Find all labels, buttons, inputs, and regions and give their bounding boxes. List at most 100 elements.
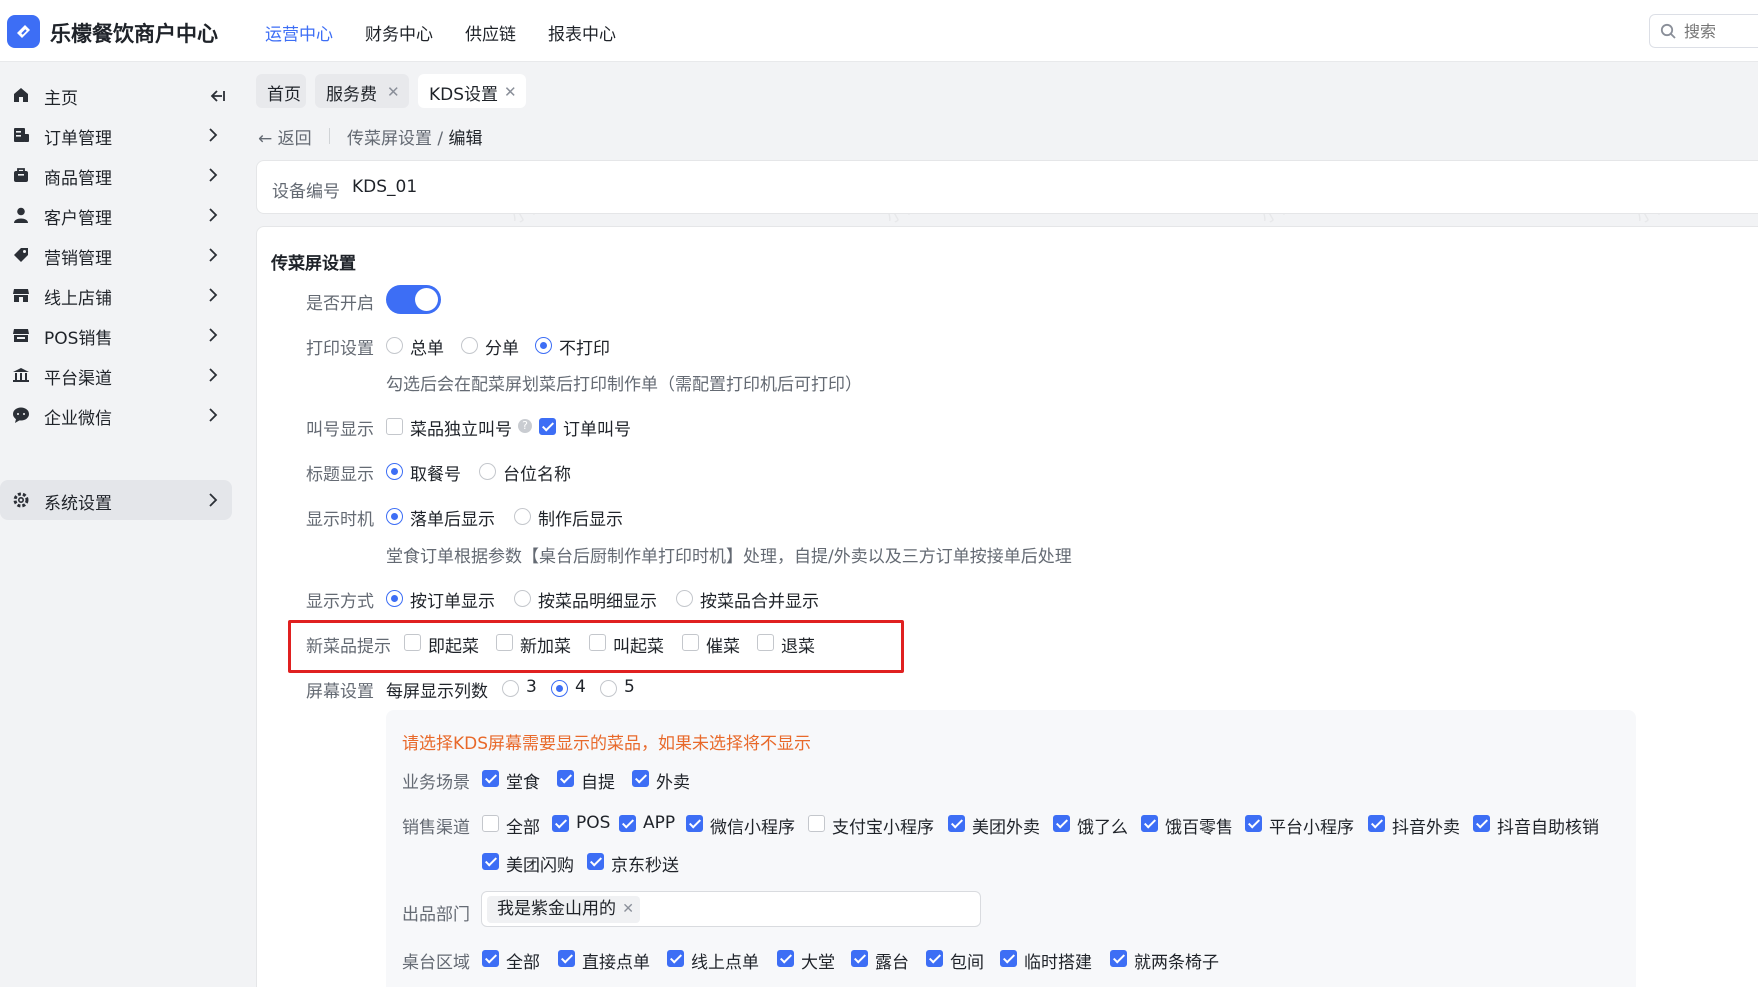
timing-option-after-order[interactable]: 落单后显示 [410, 505, 495, 530]
topnav-reports[interactable]: 报表中心 [548, 20, 616, 45]
tab-service-fee[interactable]: 服务费 ✕ [315, 74, 409, 108]
timing-option-after-make[interactable]: 制作后显示 [538, 505, 623, 530]
channel-checkbox-jd[interactable] [587, 853, 604, 870]
title-radio-pickup[interactable] [386, 463, 403, 480]
sidebar-item-home[interactable]: 主页 [0, 75, 232, 115]
title-option-pickup[interactable]: 取餐号 [410, 460, 461, 485]
channel-checkbox-meituan-flash[interactable] [482, 853, 499, 870]
collapse-sidebar-icon[interactable] [208, 88, 226, 104]
search-input[interactable] [1684, 20, 1758, 42]
channel-option-douyin-delivery[interactable]: 抖音外卖 [1392, 813, 1460, 838]
enable-toggle[interactable] [386, 285, 441, 314]
channel-checkbox-ebai[interactable] [1141, 815, 1158, 832]
area-option-temporary[interactable]: 临时搭建 [1024, 948, 1092, 973]
close-icon[interactable]: ✕ [387, 83, 400, 101]
area-option-terrace[interactable]: 露台 [875, 948, 909, 973]
close-icon[interactable]: ✕ [622, 896, 634, 923]
sidebar-item-customers[interactable]: 客户管理 [0, 195, 232, 235]
timing-radio-after-order[interactable] [386, 508, 403, 525]
screen-radio-4[interactable] [551, 680, 568, 697]
channel-option-platform-mini[interactable]: 平台小程序 [1269, 813, 1354, 838]
area-checkbox-terrace[interactable] [851, 950, 868, 967]
area-option-private[interactable]: 包间 [950, 948, 984, 973]
sidebar-item-online-store[interactable]: 线上店铺 [0, 275, 232, 315]
print-option-none[interactable]: 不打印 [559, 334, 610, 359]
area-option-hall[interactable]: 大堂 [801, 948, 835, 973]
mode-option-merge[interactable]: 按菜品合并显示 [700, 587, 819, 612]
topnav-finance[interactable]: 财务中心 [365, 20, 433, 45]
topnav-supply-chain[interactable]: 供应链 [465, 20, 516, 45]
timing-radio-after-make[interactable] [514, 508, 531, 525]
print-option-total[interactable]: 总单 [410, 334, 444, 359]
channel-option-app[interactable]: APP [643, 813, 675, 833]
back-button[interactable]: ← 返回 [258, 124, 312, 149]
call-checkbox-order[interactable] [539, 418, 556, 435]
channel-option-eleme[interactable]: 饿了么 [1077, 813, 1128, 838]
scene-option-pickup[interactable]: 自提 [581, 768, 615, 793]
area-checkbox-hall[interactable] [777, 950, 794, 967]
sidebar-item-system-settings[interactable]: 系统设置 [0, 480, 232, 520]
help-icon[interactable]: ? [518, 419, 532, 433]
area-checkbox-two-chairs[interactable] [1110, 950, 1127, 967]
mode-option-detail[interactable]: 按菜品明细显示 [538, 587, 657, 612]
channel-checkbox-alipay-mini[interactable] [808, 815, 825, 832]
sidebar-item-pos-sales[interactable]: POS销售 [0, 315, 232, 355]
mode-radio-order[interactable] [386, 590, 403, 607]
scene-checkbox-pickup[interactable] [557, 770, 574, 787]
area-option-online[interactable]: 线上点单 [691, 948, 759, 973]
channel-option-pos[interactable]: POS [576, 813, 610, 833]
screen-option-3[interactable]: 3 [526, 677, 537, 697]
area-option-two-chairs[interactable]: 就两条椅子 [1134, 948, 1219, 973]
area-checkbox-all[interactable] [482, 950, 499, 967]
print-radio-total[interactable] [386, 337, 403, 354]
area-checkbox-online[interactable] [667, 950, 684, 967]
sidebar-item-wecom[interactable]: 企业微信 [0, 395, 232, 435]
area-checkbox-temporary[interactable] [1000, 950, 1017, 967]
screen-radio-3[interactable] [502, 680, 519, 697]
close-icon[interactable]: ✕ [504, 83, 517, 101]
brand-logo-icon[interactable] [7, 15, 40, 48]
area-option-direct[interactable]: 直接点单 [582, 948, 650, 973]
area-checkbox-direct[interactable] [558, 950, 575, 967]
print-radio-split[interactable] [461, 337, 478, 354]
channel-option-meituan-flash[interactable]: 美团闪购 [506, 851, 574, 876]
screen-radio-5[interactable] [600, 680, 617, 697]
channel-option-all[interactable]: 全部 [506, 813, 540, 838]
mode-radio-merge[interactable] [676, 590, 693, 607]
call-option-order[interactable]: 订单叫号 [563, 415, 631, 440]
screen-option-4[interactable]: 4 [575, 677, 586, 697]
channel-checkbox-eleme[interactable] [1053, 815, 1070, 832]
scene-checkbox-delivery[interactable] [632, 770, 649, 787]
channel-checkbox-meituan[interactable] [948, 815, 965, 832]
channel-checkbox-douyin-verify[interactable] [1473, 815, 1490, 832]
sidebar-item-orders[interactable]: 订单管理 [0, 115, 232, 155]
sidebar-item-marketing[interactable]: 营销管理 [0, 235, 232, 275]
sidebar-item-platform-channels[interactable]: 平台渠道 [0, 355, 232, 395]
channel-checkbox-platform-mini[interactable] [1245, 815, 1262, 832]
scene-option-delivery[interactable]: 外卖 [656, 768, 690, 793]
title-radio-table[interactable] [479, 463, 496, 480]
channel-option-ebai[interactable]: 饿百零售 [1165, 813, 1233, 838]
tab-kds-settings[interactable]: KDS设置 ✕ [418, 74, 526, 108]
dept-select[interactable]: 我是紫金山用的 ✕ [481, 891, 981, 927]
channel-checkbox-app[interactable] [619, 815, 636, 832]
scene-option-dine-in[interactable]: 堂食 [506, 768, 540, 793]
channel-option-jd[interactable]: 京东秒送 [611, 851, 679, 876]
breadcrumb-parent[interactable]: 传菜屏设置 [347, 129, 432, 149]
scene-checkbox-dine-in[interactable] [482, 770, 499, 787]
area-checkbox-private[interactable] [926, 950, 943, 967]
channel-checkbox-pos[interactable] [552, 815, 569, 832]
title-option-table[interactable]: 台位名称 [503, 460, 571, 485]
screen-option-5[interactable]: 5 [624, 677, 635, 697]
topnav-operations[interactable]: 运营中心 [265, 20, 333, 45]
channel-option-meituan[interactable]: 美团外卖 [972, 813, 1040, 838]
call-option-item[interactable]: 菜品独立叫号 [410, 415, 512, 440]
print-option-split[interactable]: 分单 [485, 334, 519, 359]
channel-option-alipay-mini[interactable]: 支付宝小程序 [832, 813, 934, 838]
channel-option-douyin-verify[interactable]: 抖音自助核销 [1497, 813, 1599, 838]
channel-checkbox-wechat-mini[interactable] [686, 815, 703, 832]
call-checkbox-item[interactable] [386, 418, 403, 435]
channel-checkbox-douyin-delivery[interactable] [1368, 815, 1385, 832]
channel-option-wechat-mini[interactable]: 微信小程序 [710, 813, 795, 838]
mode-option-order[interactable]: 按订单显示 [410, 587, 495, 612]
